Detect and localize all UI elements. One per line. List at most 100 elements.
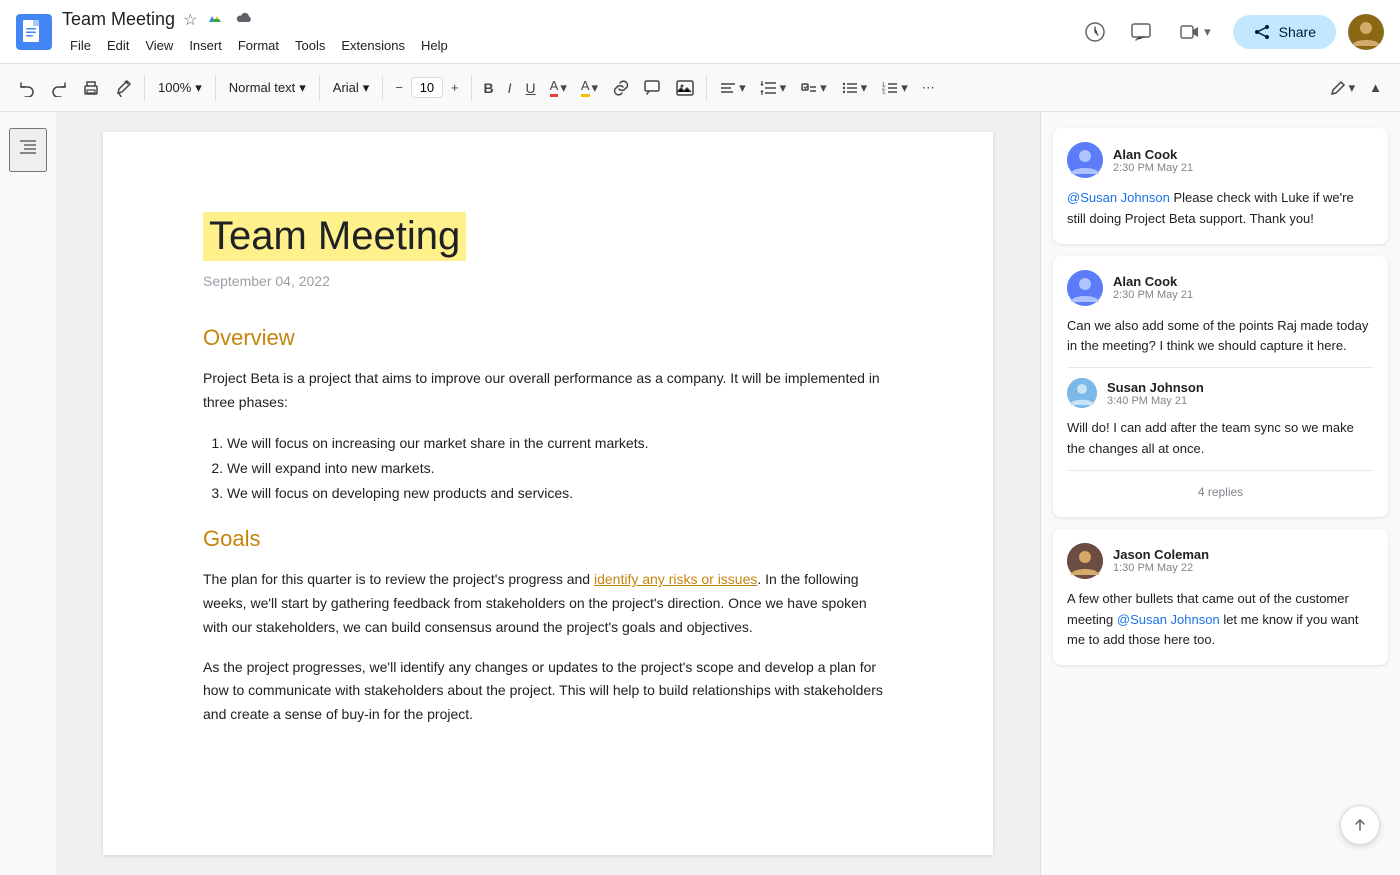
comment-3-header: Jason Coleman 1:30 PM May 22 (1067, 543, 1374, 579)
overview-paragraph[interactable]: Project Beta is a project that aims to i… (203, 367, 893, 415)
document-area[interactable]: Team Meeting September 04, 2022 Overview… (56, 112, 1040, 875)
goals-para1-highlight: identify any risks or issues (594, 571, 757, 587)
print-button[interactable] (76, 73, 106, 103)
font-family-value: Arial (333, 80, 359, 95)
link-button[interactable] (606, 73, 636, 103)
reply-susan-header: Susan Johnson 3:40 PM May 21 (1067, 378, 1374, 408)
comment-2-header: Alan Cook 2:30 PM May 21 (1067, 270, 1374, 306)
underline-button[interactable]: U (520, 74, 542, 102)
number-list-chevron-icon: ▾ (901, 80, 908, 96)
checklist-button[interactable]: ▾ (794, 73, 833, 103)
checklist-chevron-icon: ▾ (820, 80, 827, 96)
comment-2-meta: Alan Cook 2:30 PM May 21 (1113, 274, 1193, 301)
highlight-button[interactable]: A ▾ (575, 72, 604, 103)
reply-susan-body: Will do! I can add after the team sync s… (1067, 418, 1374, 460)
comment-3-author: Jason Coleman (1113, 547, 1209, 562)
overview-heading: Overview (203, 325, 893, 351)
comment-card-1: Alan Cook 2:30 PM May 21 @Susan Johnson … (1053, 128, 1388, 244)
share-label: Share (1279, 24, 1316, 40)
outline-toggle-button[interactable] (9, 128, 47, 172)
scroll-to-top-button[interactable] (1340, 805, 1380, 845)
text-color-chevron-icon: ▾ (560, 80, 567, 96)
font-size-decrease[interactable]: − (389, 74, 409, 101)
comment-card-3: Jason Coleman 1:30 PM May 22 A few other… (1053, 529, 1388, 665)
comment-divider (1067, 367, 1374, 368)
reply-susan: Susan Johnson 3:40 PM May 21 Will do! I … (1067, 378, 1374, 460)
comment-1-mention: @Susan Johnson (1067, 190, 1170, 205)
list-item[interactable]: We will focus on developing new products… (227, 481, 893, 506)
font-size-control: − + (389, 74, 464, 101)
document-page[interactable]: Team Meeting September 04, 2022 Overview… (103, 132, 993, 855)
list-item[interactable]: We will focus on increasing our market s… (227, 431, 893, 456)
zoom-chevron-icon: ▾ (195, 80, 202, 96)
comment-3-mention: @Susan Johnson (1117, 612, 1220, 627)
menu-tools[interactable]: Tools (287, 34, 333, 57)
font-size-increase[interactable]: + (445, 74, 465, 101)
pen-tool-button[interactable]: ▾ (1323, 73, 1362, 103)
comment-card-2: Alan Cook 2:30 PM May 21 Can we also add… (1053, 256, 1388, 517)
zoom-selector[interactable]: 100% ▾ (151, 75, 209, 101)
menu-format[interactable]: Format (230, 34, 287, 57)
toolbar-collapse-button[interactable]: ▲ (1363, 74, 1388, 101)
reply-susan-meta: Susan Johnson 3:40 PM May 21 (1107, 380, 1204, 407)
font-size-input[interactable] (411, 77, 443, 98)
highlight-chevron-icon: ▾ (592, 80, 599, 96)
redo-button[interactable] (44, 73, 74, 103)
toolbar-divider-3 (319, 76, 320, 100)
text-color-label: A (550, 78, 559, 97)
text-color-button[interactable]: A ▾ (544, 72, 573, 103)
menu-edit[interactable]: Edit (99, 34, 137, 57)
font-family-selector[interactable]: Arial ▾ (326, 75, 377, 101)
star-button[interactable]: ☆ (181, 8, 199, 32)
pen-chevron-icon: ▾ (1349, 80, 1356, 96)
toolbar-divider-4 (382, 76, 383, 100)
user-avatar[interactable] (1348, 14, 1384, 50)
drive-button[interactable] (205, 7, 227, 34)
line-spacing-button[interactable]: ▾ (754, 73, 793, 103)
title-bar: Team Meeting ☆ File Edit View Insert For… (0, 0, 1400, 64)
video-chevron: ▾ (1204, 24, 1211, 40)
comments-button[interactable] (1124, 15, 1158, 49)
menu-view[interactable]: View (137, 34, 181, 57)
replies-divider (1067, 470, 1374, 471)
replies-count[interactable]: 4 replies (1067, 481, 1374, 503)
goals-paragraph-1[interactable]: The plan for this quarter is to review t… (203, 568, 893, 639)
sidebar (0, 112, 56, 875)
goals-para1-before: The plan for this quarter is to review t… (203, 571, 594, 587)
list-item[interactable]: We will expand into new markets. (227, 456, 893, 481)
bullet-list-button[interactable]: ▾ (835, 73, 874, 103)
bold-button[interactable]: B (478, 74, 500, 102)
cloud-button[interactable] (233, 7, 255, 34)
number-list-button[interactable]: 1.2.3. ▾ (875, 73, 914, 103)
image-button[interactable] (670, 73, 700, 103)
menu-file[interactable]: File (62, 34, 99, 57)
document-title[interactable]: Team Meeting (203, 212, 466, 261)
menu-bar: File Edit View Insert Format Tools Exten… (62, 34, 1078, 57)
paint-format-button[interactable] (108, 73, 138, 103)
goals-paragraph-2[interactable]: As the project progresses, we'll identif… (203, 656, 893, 727)
align-button[interactable]: ▾ (713, 73, 752, 103)
italic-button[interactable]: I (502, 74, 518, 102)
video-button[interactable]: ▾ (1170, 16, 1221, 48)
svg-text:3.: 3. (882, 90, 886, 96)
toolbar-divider-2 (215, 76, 216, 100)
bullet-list-chevron-icon: ▾ (861, 80, 868, 96)
comment-1-header: Alan Cook 2:30 PM May 21 (1067, 142, 1374, 178)
comment-3-meta: Jason Coleman 1:30 PM May 22 (1113, 547, 1209, 574)
menu-insert[interactable]: Insert (181, 34, 230, 57)
toolbar-divider-1 (144, 76, 145, 100)
undo-button[interactable] (12, 73, 42, 103)
comment-1-meta: Alan Cook 2:30 PM May 21 (1113, 147, 1193, 174)
history-button[interactable] (1078, 15, 1112, 49)
reply-susan-avatar (1067, 378, 1097, 408)
comment-insert-button[interactable] (638, 73, 668, 103)
menu-extensions[interactable]: Extensions (333, 34, 413, 57)
more-options-button[interactable]: ⋯ (916, 74, 941, 102)
paragraph-style-selector[interactable]: Normal text ▾ (222, 75, 313, 101)
title-right-actions: ▾ Share (1078, 14, 1384, 50)
doc-title[interactable]: Team Meeting (62, 8, 175, 31)
goals-heading: Goals (203, 526, 893, 552)
menu-help[interactable]: Help (413, 34, 456, 57)
share-button[interactable]: Share (1233, 15, 1336, 49)
comment-1-avatar (1067, 142, 1103, 178)
